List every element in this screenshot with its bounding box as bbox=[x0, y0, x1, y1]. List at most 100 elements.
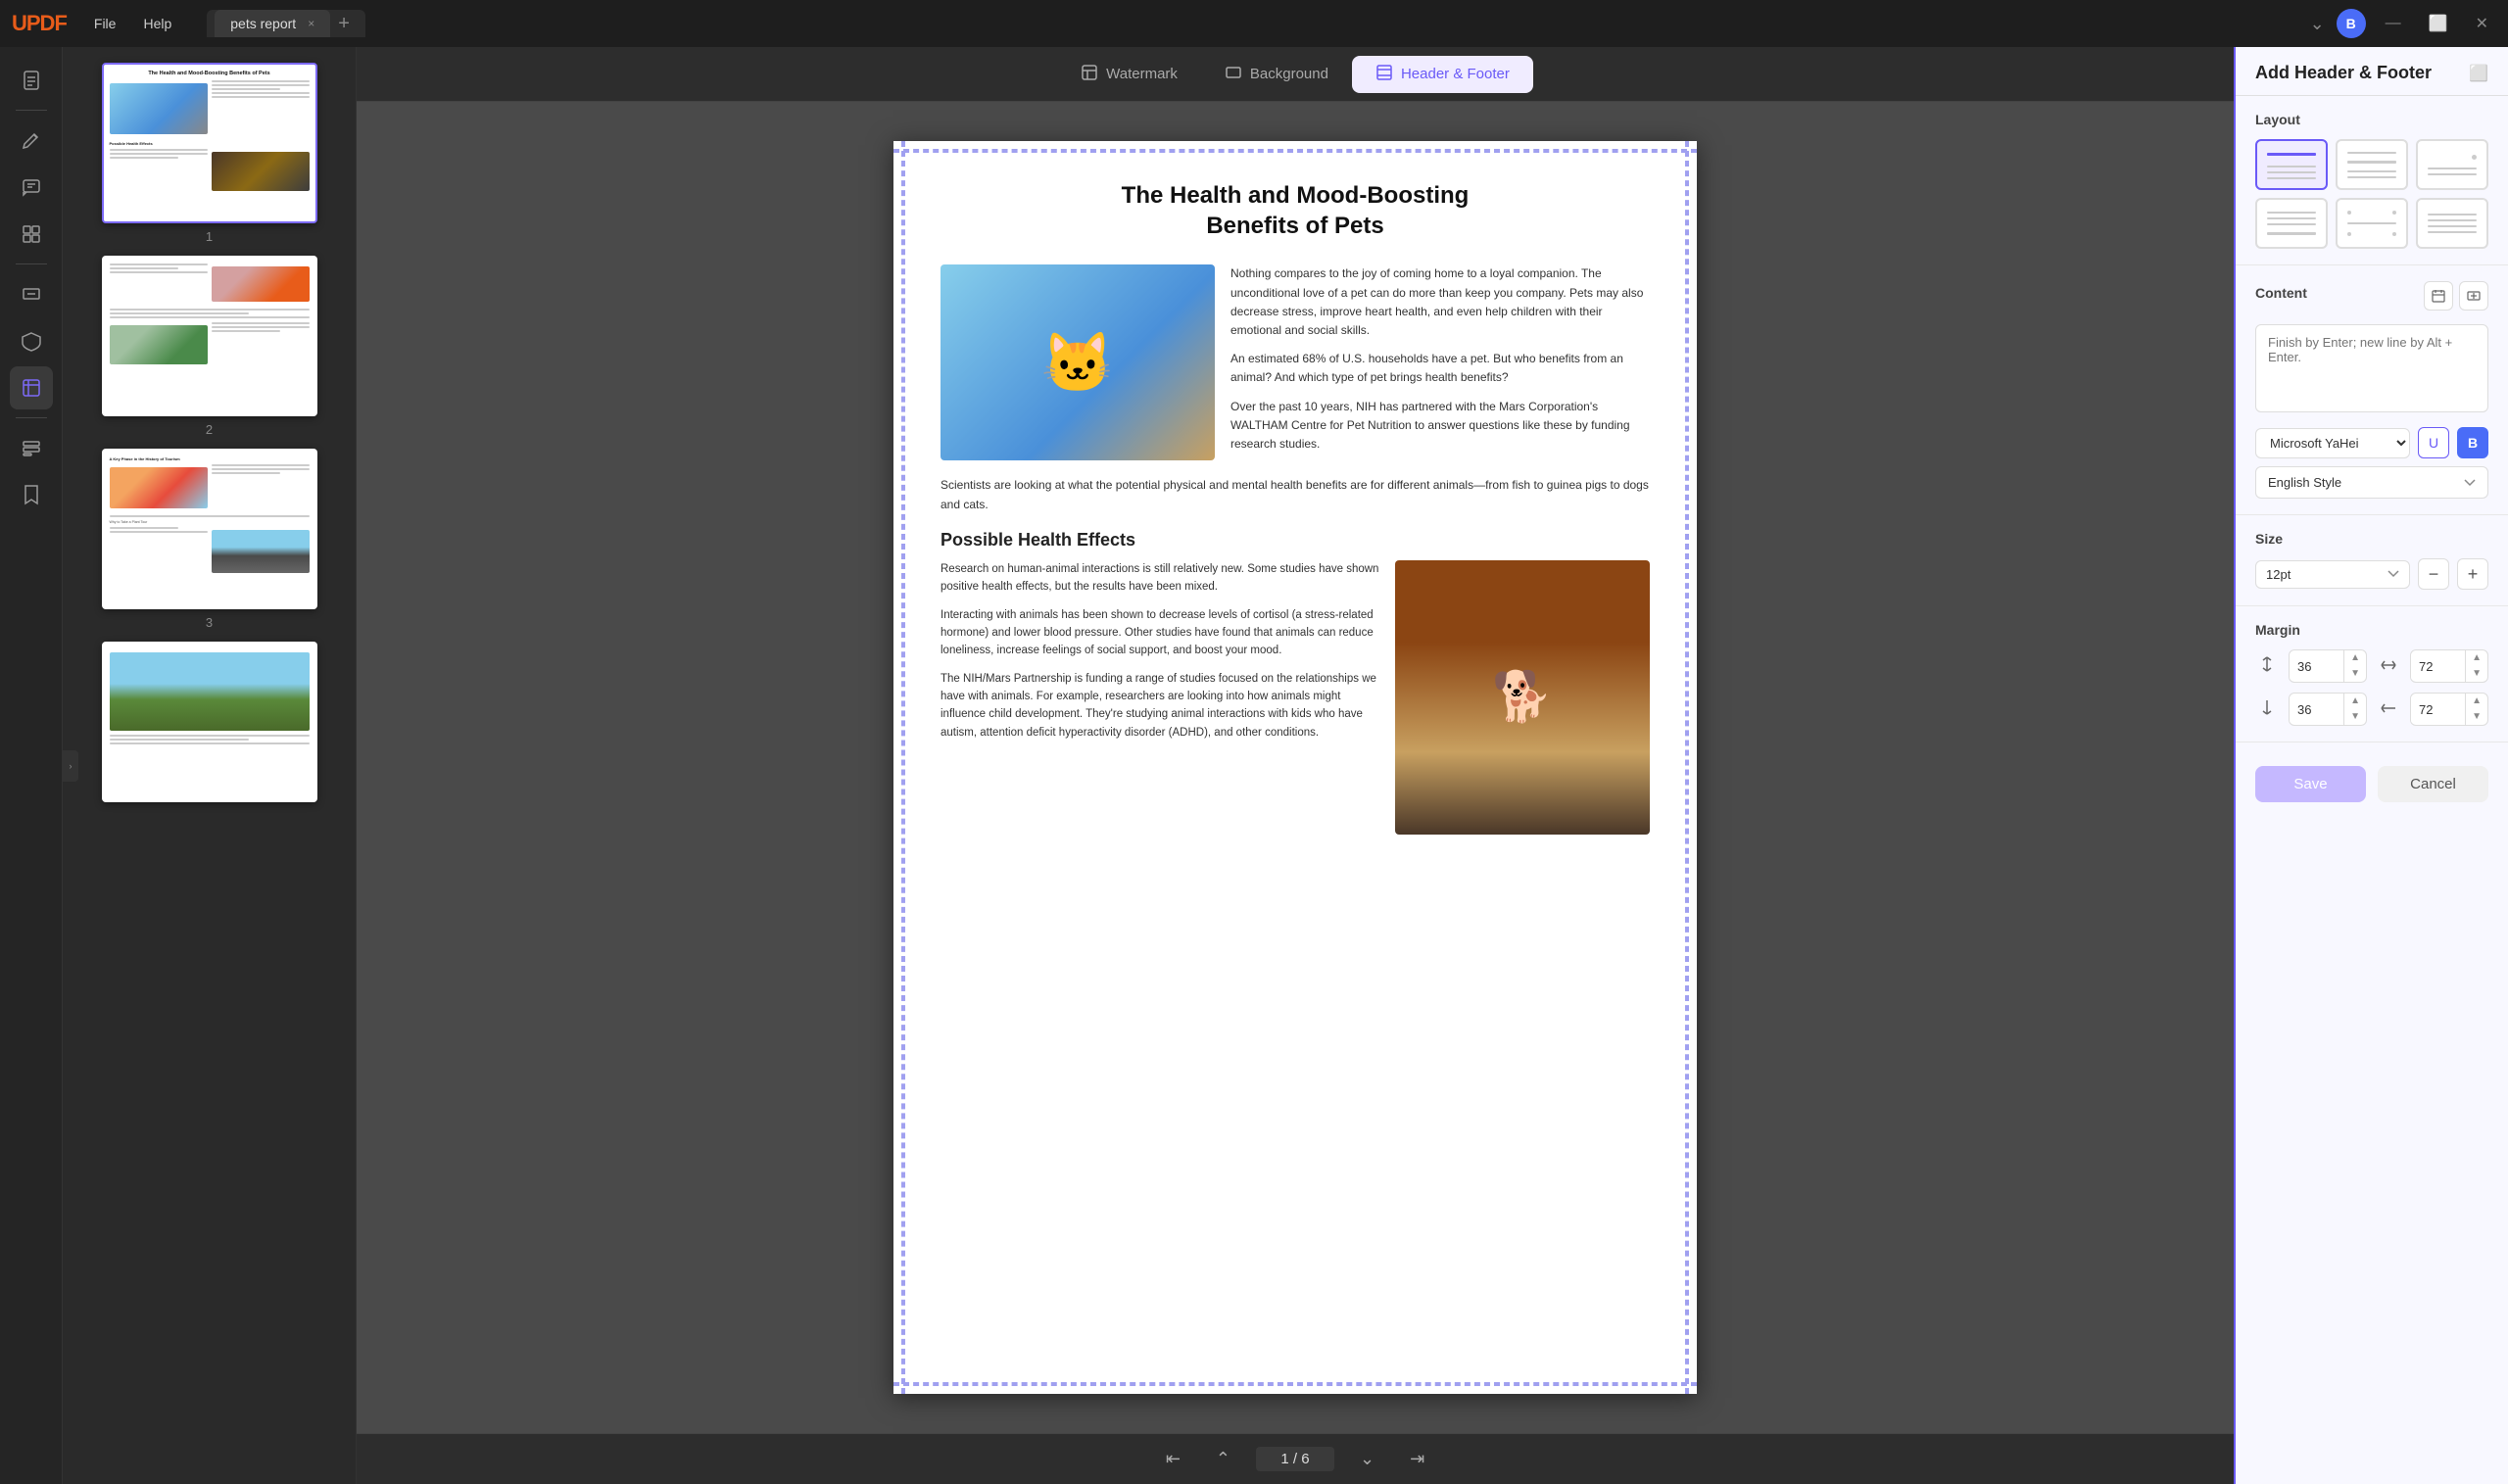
next-page-button[interactable]: ⌄ bbox=[1350, 1443, 1384, 1475]
layout-option-3[interactable] bbox=[2416, 139, 2488, 190]
content-input[interactable] bbox=[2255, 324, 2488, 412]
margin-right-label bbox=[2377, 656, 2400, 677]
sidebar-icon-form[interactable] bbox=[10, 272, 53, 315]
margin-row-2: 36 ▲ ▼ 72 bbox=[2255, 693, 2488, 726]
close-button[interactable]: ✕ bbox=[2468, 10, 2496, 37]
sidebar-icon-organize[interactable] bbox=[10, 213, 53, 256]
size-increase-button[interactable]: + bbox=[2457, 558, 2488, 590]
insert-field-icon-button[interactable] bbox=[2459, 281, 2488, 311]
tab-pets-report[interactable]: pets report × bbox=[215, 10, 330, 37]
margin-top-down[interactable]: ▼ bbox=[2344, 666, 2366, 682]
background-button[interactable]: Background bbox=[1201, 56, 1352, 93]
layout-section: Layout bbox=[2236, 96, 2508, 265]
thumbnail-num-2: 2 bbox=[206, 422, 213, 437]
save-button[interactable]: Save bbox=[2255, 766, 2366, 802]
main-area: › The Health and Mood-Boosting Benefits … bbox=[0, 47, 2508, 1484]
panel-expand-icon[interactable]: ⬜ bbox=[2469, 64, 2488, 83]
thumbnail-card-2[interactable] bbox=[102, 256, 317, 416]
tab-add-button[interactable]: + bbox=[330, 13, 358, 35]
thumbnail-num-1: 1 bbox=[206, 229, 213, 244]
margin-right-down[interactable]: ▼ bbox=[2466, 666, 2487, 682]
sidebar-icon-protect[interactable] bbox=[10, 319, 53, 362]
size-select[interactable]: 12pt bbox=[2255, 560, 2410, 589]
sidebar-divider-3 bbox=[16, 417, 47, 418]
right-panel: Add Header & Footer ⬜ Layout bbox=[2234, 47, 2508, 1484]
margin-left-input[interactable]: 72 bbox=[2411, 696, 2465, 723]
tab-close-icon[interactable]: × bbox=[308, 17, 314, 30]
margin-top-up[interactable]: ▲ bbox=[2344, 650, 2366, 666]
watermark-icon bbox=[1081, 64, 1098, 85]
margin-right-spinner: ▲ ▼ bbox=[2465, 650, 2487, 682]
sidebar-icon-stack[interactable] bbox=[10, 426, 53, 469]
sidebar-icon-edit[interactable] bbox=[10, 119, 53, 162]
calendar-icon-button[interactable] bbox=[2424, 281, 2453, 311]
sidebar-icon-tools[interactable] bbox=[10, 366, 53, 409]
cancel-button[interactable]: Cancel bbox=[2378, 766, 2488, 802]
sidebar-icon-bookmark[interactable] bbox=[10, 473, 53, 516]
margin-bottom-input[interactable]: 36 bbox=[2290, 696, 2343, 723]
sidebar-icon-document[interactable] bbox=[10, 59, 53, 102]
margin-right-up[interactable]: ▲ bbox=[2466, 650, 2487, 666]
background-icon bbox=[1225, 64, 1242, 85]
style-select[interactable]: English Style bbox=[2255, 466, 2488, 499]
menu-help[interactable]: Help bbox=[131, 12, 183, 35]
bold-button[interactable]: B bbox=[2457, 427, 2488, 458]
last-page-button[interactable]: ⇥ bbox=[1400, 1443, 1434, 1475]
thumbnail-item-3[interactable]: A Key Phase in the History of Tourism Wh… bbox=[74, 449, 344, 630]
underline-button[interactable]: U bbox=[2418, 427, 2449, 458]
layout-option-5[interactable] bbox=[2336, 198, 2408, 249]
size-section-title: Size bbox=[2255, 531, 2488, 547]
sidebar-collapse-button[interactable]: › bbox=[63, 750, 78, 782]
margin-bottom-up[interactable]: ▲ bbox=[2344, 694, 2366, 709]
page-indicator: 1 / 6 bbox=[1256, 1447, 1334, 1471]
layout-option-6[interactable] bbox=[2416, 198, 2488, 249]
doc-intro-text: Nothing compares to the joy of coming ho… bbox=[1230, 264, 1650, 460]
thumbnail-card-1[interactable]: The Health and Mood-Boosting Benefits of… bbox=[102, 63, 317, 223]
right-margin-border bbox=[1685, 141, 1689, 1394]
cat-image: 🐱 bbox=[940, 264, 1215, 460]
maximize-button[interactable]: ⬜ bbox=[2421, 10, 2456, 37]
size-decrease-button[interactable]: − bbox=[2418, 558, 2449, 590]
content-section: Content bbox=[2236, 265, 2508, 515]
margin-right-input[interactable]: 72 bbox=[2411, 653, 2465, 680]
doc-full-para: Scientists are looking at what the poten… bbox=[940, 476, 1650, 513]
menu-file[interactable]: File bbox=[82, 12, 128, 35]
first-page-button[interactable]: ⇤ bbox=[1156, 1443, 1190, 1475]
toolbar: Watermark Background Hea bbox=[357, 47, 2234, 102]
document-page: The Health and Mood-Boosting Benefits of… bbox=[893, 141, 1697, 1394]
nav-chevron[interactable]: ⌄ bbox=[2310, 14, 2325, 34]
menu-bar: File Help bbox=[82, 12, 183, 35]
header-footer-button[interactable]: Header & Footer bbox=[1352, 56, 1533, 93]
thumbnail-item-4[interactable] bbox=[74, 642, 344, 802]
thumbnail-item-2[interactable]: 2 bbox=[74, 256, 344, 437]
layout-option-2[interactable] bbox=[2336, 139, 2408, 190]
margin-bottom-input-wrap: 36 ▲ ▼ bbox=[2289, 693, 2367, 726]
thumbnail-card-3[interactable]: A Key Phase in the History of Tourism Wh… bbox=[102, 449, 317, 609]
user-avatar[interactable]: B bbox=[2337, 9, 2366, 38]
doc-intro-section: 🐱 Nothing compares to the joy of coming … bbox=[940, 264, 1650, 460]
tab-bar: pets report × + bbox=[207, 10, 365, 37]
margin-top-input[interactable]: 36 bbox=[2290, 653, 2343, 680]
watermark-button[interactable]: Watermark bbox=[1057, 56, 1201, 93]
margin-left-up[interactable]: ▲ bbox=[2466, 694, 2487, 709]
right-panel-title: Add Header & Footer bbox=[2255, 63, 2432, 83]
sidebar-icon-comment[interactable] bbox=[10, 166, 53, 209]
margin-bottom-spinner: ▲ ▼ bbox=[2343, 694, 2366, 725]
thumbnail-panel: The Health and Mood-Boosting Benefits of… bbox=[63, 47, 357, 1484]
underline-icon: U bbox=[2429, 435, 2438, 451]
header-border bbox=[893, 149, 1697, 153]
font-family-select[interactable]: Microsoft YaHei bbox=[2255, 428, 2410, 458]
prev-page-button[interactable]: ⌃ bbox=[1206, 1443, 1240, 1475]
sidebar-divider-1 bbox=[16, 110, 47, 111]
layout-option-1[interactable] bbox=[2255, 139, 2328, 190]
thumbnail-card-4[interactable] bbox=[102, 642, 317, 802]
layout-option-4[interactable] bbox=[2255, 198, 2328, 249]
thumbnail-item-1[interactable]: The Health and Mood-Boosting Benefits of… bbox=[74, 63, 344, 244]
margin-section-title: Margin bbox=[2255, 622, 2488, 638]
margin-left-down[interactable]: ▼ bbox=[2466, 709, 2487, 725]
margin-section: Margin 36 bbox=[2236, 606, 2508, 742]
minimize-button[interactable]: — bbox=[2378, 11, 2409, 36]
margin-top-spinner: ▲ ▼ bbox=[2343, 650, 2366, 682]
title-bar: UPDF File Help pets report × + ⌄ B — ⬜ ✕ bbox=[0, 0, 2508, 47]
margin-bottom-down[interactable]: ▼ bbox=[2344, 709, 2366, 725]
